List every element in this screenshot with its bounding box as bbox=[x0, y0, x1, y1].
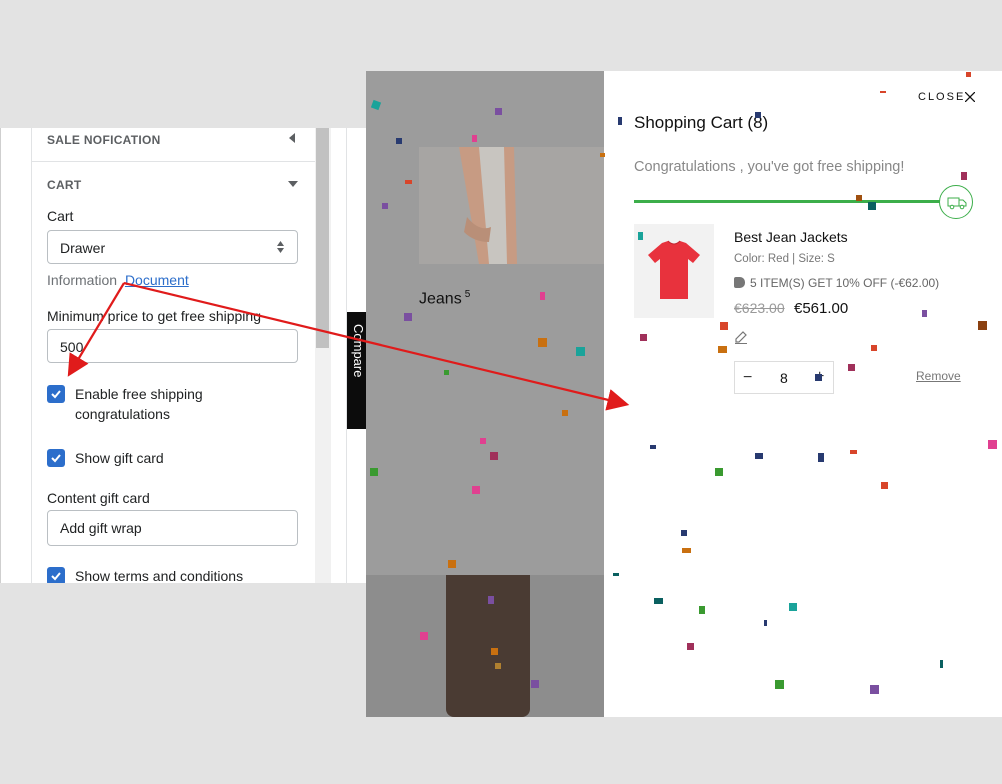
information-text: Information bbox=[47, 272, 118, 288]
tag-icon bbox=[734, 277, 745, 288]
enable-free-shipping-checkbox[interactable] bbox=[47, 385, 65, 403]
show-terms-label: Show terms and conditions bbox=[75, 568, 244, 583]
cart-item-price: €561.00 bbox=[794, 300, 849, 317]
store-preview: Jeans 5 bbox=[366, 71, 604, 717]
cart-item-image[interactable] bbox=[634, 224, 714, 318]
cart-item-old-price: €623.00 bbox=[734, 300, 785, 316]
quantity-value[interactable]: 8 bbox=[780, 370, 788, 386]
shipping-badge bbox=[939, 185, 973, 219]
divider bbox=[32, 161, 316, 162]
free-shipping-progress bbox=[634, 200, 954, 203]
select-arrows-icon bbox=[277, 241, 284, 253]
show-terms-checkbox[interactable] bbox=[47, 567, 65, 583]
settings-content: SALE NOFICATION CART Cart Drawer Informa… bbox=[31, 128, 316, 583]
red-tshirt-image bbox=[648, 240, 700, 299]
enable-free-shipping-label: Enable free shipping congratulations bbox=[75, 386, 203, 422]
plus-icon[interactable]: + bbox=[815, 368, 824, 386]
cart-item-variant: Color: Red | Size: S bbox=[734, 253, 835, 265]
cart-item-discount: 5 ITEM(S) GET 10% OFF (-€62.00) bbox=[734, 276, 939, 290]
close-button[interactable]: CLOSE bbox=[918, 91, 965, 103]
check-icon bbox=[51, 454, 61, 463]
free-shipping-message: Congratulations , you've got free shippi… bbox=[634, 159, 905, 175]
content-gift-card-label: Content gift card bbox=[47, 490, 150, 506]
discount-text: 5 ITEM(S) GET 10% OFF (-€62.00) bbox=[750, 276, 940, 290]
minus-icon[interactable]: − bbox=[743, 369, 752, 387]
close-icon[interactable] bbox=[965, 92, 975, 102]
cart-drawer: CLOSE Shopping Cart (8) Congratulations … bbox=[604, 71, 1002, 717]
cart-type-select[interactable]: Drawer bbox=[47, 230, 298, 264]
show-gift-card-checkbox[interactable] bbox=[47, 449, 65, 467]
quantity-stepper: − 8 + bbox=[734, 361, 834, 394]
model-leg-image bbox=[446, 575, 530, 717]
check-icon bbox=[51, 390, 61, 399]
content-gift-card-input[interactable]: Add gift wrap bbox=[47, 510, 298, 546]
collection-label: Jeans bbox=[419, 290, 462, 308]
scrollbar-thumb[interactable] bbox=[316, 128, 329, 348]
min-price-label: Minimum price to get free shipping bbox=[47, 308, 261, 324]
product-image-jacket[interactable] bbox=[419, 147, 604, 264]
collection-count: 5 bbox=[464, 289, 471, 300]
cart-section-header[interactable]: CART bbox=[47, 178, 82, 192]
sale-notification-header[interactable]: SALE NOFICATION bbox=[47, 133, 161, 147]
min-price-input[interactable]: 500 bbox=[47, 329, 298, 363]
compare-tab[interactable]: Compare bbox=[347, 312, 366, 429]
show-gift-card-label: Show gift card bbox=[75, 450, 164, 466]
caret-down-icon[interactable] bbox=[288, 181, 298, 187]
document-link[interactable]: Document bbox=[125, 272, 189, 288]
information-label: Information Document bbox=[47, 272, 189, 288]
check-icon bbox=[51, 572, 61, 581]
truck-icon bbox=[947, 197, 967, 210]
theme-settings-panel: SALE NOFICATION CART Cart Drawer Informa… bbox=[0, 128, 366, 583]
cart-type-label: Cart bbox=[47, 208, 74, 224]
remove-item-link[interactable]: Remove bbox=[916, 369, 961, 383]
edit-icon[interactable] bbox=[734, 330, 748, 344]
model-illustration bbox=[419, 147, 604, 264]
cart-item-name[interactable]: Best Jean Jackets bbox=[734, 229, 848, 245]
collection-title[interactable]: Jeans 5 bbox=[419, 289, 470, 308]
cart-title: Shopping Cart (8) bbox=[634, 113, 769, 132]
cart-type-value: Drawer bbox=[60, 240, 106, 256]
caret-left-icon[interactable] bbox=[289, 133, 295, 143]
